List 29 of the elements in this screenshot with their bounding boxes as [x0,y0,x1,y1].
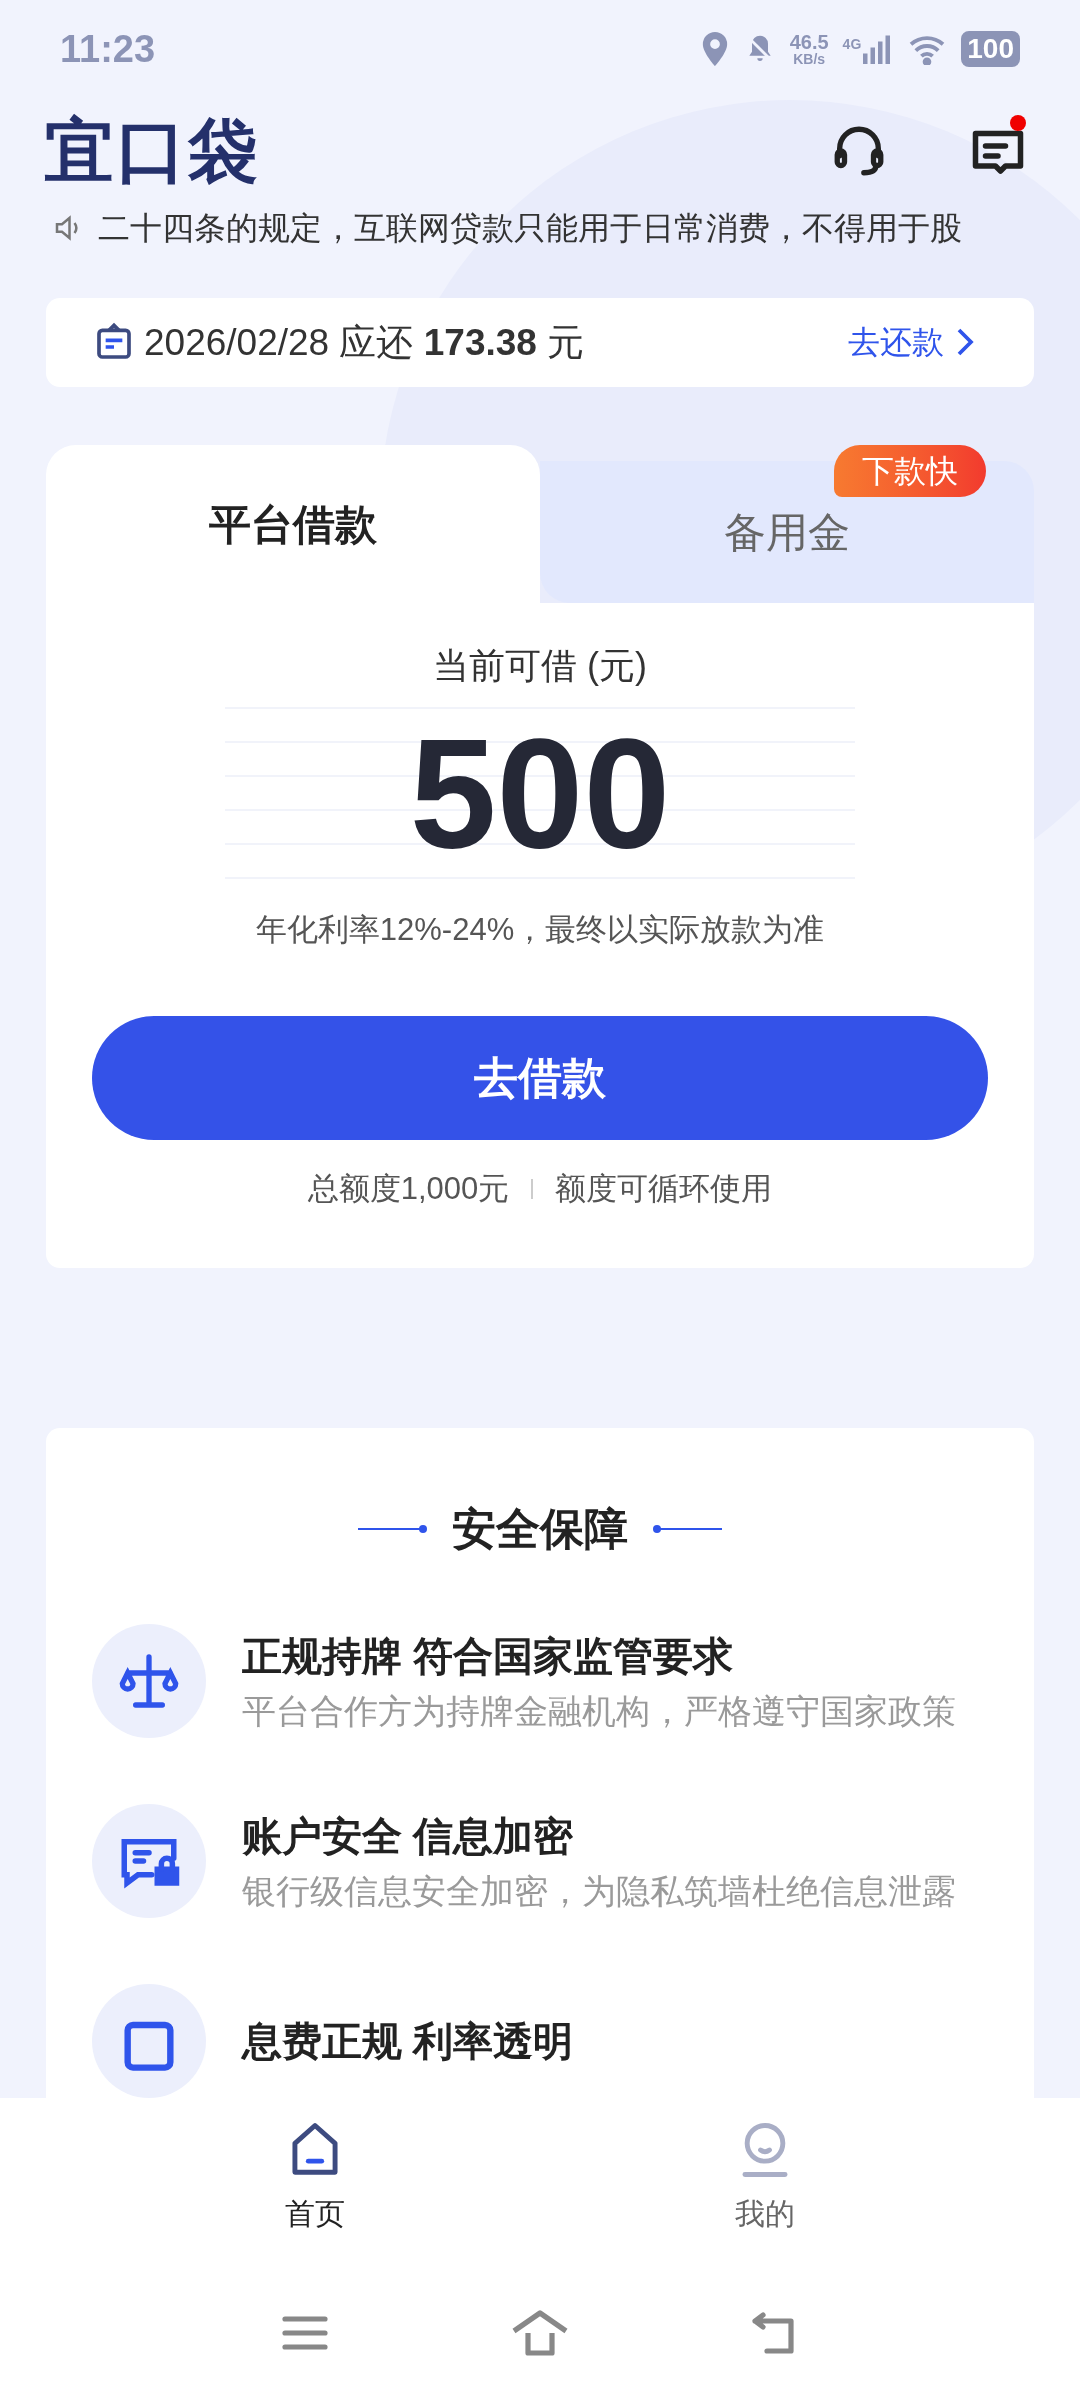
due-text: 2026/02/28 应还 173.38 元 [144,320,585,365]
app-logo: 宜口袋 [44,110,260,192]
notice-text: 二十四条的规定，互联网贷款只能用于日常消费，不得用于股 [98,208,962,248]
battery-level: 100 [961,31,1020,68]
title-line-right [652,1524,722,1534]
feature-description: 银行级信息安全加密，为隐私筑墙杜绝信息泄露 [242,1870,956,1912]
title-line-left [358,1524,428,1534]
repay-link[interactable]: 去还款 [848,318,976,367]
nav-tab[interactable]: 首页 [285,2120,345,2236]
feature-description: 平台合作方为持牌金融机构，严格遵守国家政策 [242,1690,956,1732]
rate-note: 年化利率12%-24%，最终以实际放款为准 [255,911,825,949]
available-amount: 500 [409,715,671,871]
feature-title: 账户安全 信息加密 [242,1812,575,1860]
limit-note: 额度可循环使用 [555,1169,773,1208]
menu-icon[interactable] [280,2313,329,2353]
loan-tab[interactable]: 平台借款 [46,445,540,603]
available-label: 当前可借 (元) [433,644,647,688]
section-title: 安全保障 [452,1503,628,1555]
net-speed: 46.5 [789,32,829,53]
total-limit: 总额度1,000元 [307,1169,510,1208]
net-unit: KB/s [793,52,826,67]
network-type: 4G [842,35,862,55]
status-time: 11:23 [60,26,156,72]
feature-title: 正规持牌 符合国家监管要求 [242,1632,735,1680]
home-icon[interactable] [510,2309,570,2357]
feature-title: 息费正规 利率透明 [242,2018,574,2065]
borrow-button[interactable]: 去借款 [92,1015,988,1140]
nav-tab[interactable]: 我的 [735,2120,795,2236]
tab-badge: 下款快 [834,445,986,497]
